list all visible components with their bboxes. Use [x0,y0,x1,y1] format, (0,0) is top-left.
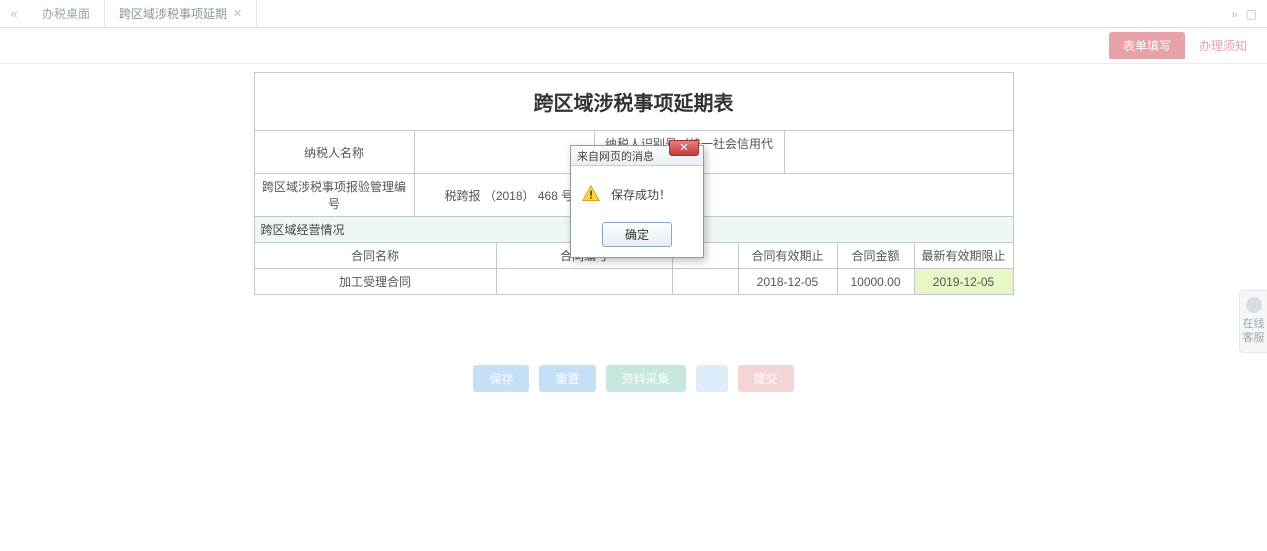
tabs-right-controls: » ▢ [1221,0,1267,27]
dialog-footer: 确定 [571,216,703,257]
action-bar: 保存 重置 资料采集 提交 [254,365,1014,392]
dialog-close-button[interactable]: ✕ [669,140,699,156]
blank-button [696,365,728,392]
value-taxpayer-name [414,131,594,174]
cell-contract-name: 加工受理合同 [254,269,496,295]
dialog-body: 保存成功！ [571,166,703,216]
reset-button[interactable]: 重置 [539,365,595,392]
col-amount: 合同金额 [837,243,914,269]
cell-valid-until: 2018-12-05 [738,269,837,295]
cell-hidden [672,269,738,295]
tab-spacer [257,0,1221,27]
col-contract-name: 合同名称 [254,243,496,269]
tab-desk[interactable]: 办税桌面 [28,0,105,27]
label-doc-no: 跨区域涉税事项报验管理编号 [254,174,414,217]
value-taxpayer-id [784,131,1013,174]
label-taxpayer-name: 纳税人名称 [254,131,414,174]
attachments-button[interactable]: 资料采集 [606,365,686,392]
dialog-title: 来自网页的消息 [577,148,654,164]
maximize-icon[interactable]: ▢ [1246,7,1257,21]
value-doc-no: 税跨报 （2018） 468 号 [414,174,1013,217]
alert-dialog: 来自网页的消息 ✕ 保存成功！ 确定 [570,145,704,258]
cell-contract-no [496,269,672,295]
tabs-scroll-right[interactable]: » [1231,7,1238,21]
tab-label: 跨区域涉税事项延期 [119,5,227,22]
sub-header: 表单填写 办理须知 [0,28,1267,64]
tabs-scroll-left[interactable]: « [0,0,28,27]
tab-label: 办税桌面 [42,5,90,22]
dialog-message: 保存成功！ [611,186,671,203]
tab-bar: « 办税桌面 跨区域涉税事项延期 ✕ » ▢ [0,0,1267,28]
avatar-icon [1246,297,1262,313]
online-service-label: 在线客服 [1243,318,1265,344]
warning-icon [581,184,601,204]
table-row: 加工受理合同 2018-12-05 10000.00 2019-12-05 [254,269,1013,295]
subtab-guide[interactable]: 办理须知 [1185,32,1261,59]
submit-button[interactable]: 提交 [738,365,794,392]
cell-amount: 10000.00 [837,269,914,295]
col-new-valid-until: 最新有效期限止 [914,243,1013,269]
dialog-titlebar[interactable]: 来自网页的消息 ✕ [571,146,703,166]
subtab-fill-form[interactable]: 表单填写 [1109,32,1185,59]
form-title: 跨区域涉税事项延期表 [254,72,1014,130]
dialog-ok-button[interactable]: 确定 [602,222,672,247]
tab-current[interactable]: 跨区域涉税事项延期 ✕ [105,0,257,27]
save-button[interactable]: 保存 [473,365,529,392]
col-valid-until: 合同有效期止 [738,243,837,269]
cell-new-valid-until[interactable]: 2019-12-05 [914,269,1013,295]
online-service-button[interactable]: 在线客服 [1239,290,1267,353]
close-icon[interactable]: ✕ [233,7,242,20]
